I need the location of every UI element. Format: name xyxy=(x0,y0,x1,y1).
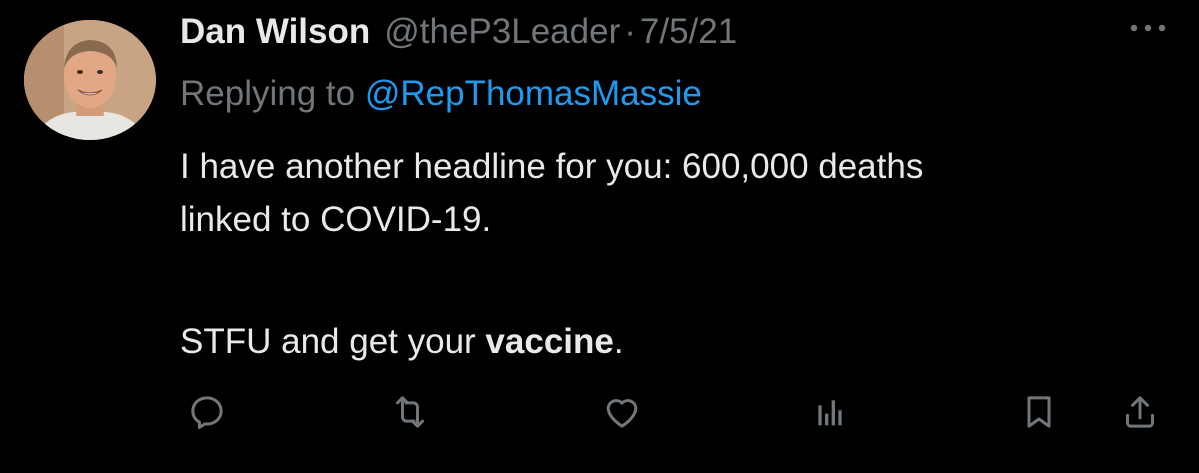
reply-button[interactable] xyxy=(183,388,231,436)
retweet-button[interactable] xyxy=(386,388,434,436)
retweet-icon xyxy=(396,396,424,428)
author-handle[interactable]: @theP3Leader xyxy=(384,8,620,56)
author-name[interactable]: Dan Wilson xyxy=(180,8,370,56)
share-button[interactable] xyxy=(1116,388,1164,436)
like-button[interactable] xyxy=(598,388,646,436)
tweet-date[interactable]: 7/5/21 xyxy=(640,8,737,56)
views-button[interactable] xyxy=(806,388,854,436)
tweet-text-line: I have another headline for you: 600,000… xyxy=(180,147,924,186)
analytics-icon xyxy=(818,400,842,426)
tweet-text-segment: . xyxy=(613,322,624,361)
heart-icon xyxy=(606,399,638,428)
bookmark-button[interactable] xyxy=(1015,388,1063,436)
tweet-header: Dan Wilson @theP3Leader · 7/5/21 xyxy=(180,8,737,56)
replying-to-label: Replying to xyxy=(180,74,365,113)
reply-icon xyxy=(191,396,223,429)
avatar-photo xyxy=(24,20,156,140)
tweet-text-segment: STFU and get your xyxy=(180,322,486,361)
replying-to-mention[interactable]: @RepThomasMassie xyxy=(365,74,702,113)
share-icon xyxy=(1126,396,1154,428)
tweet-text-line: STFU and get your vaccine. xyxy=(180,315,1180,368)
more-dots-icon xyxy=(1130,24,1166,32)
more-options-button[interactable] xyxy=(1126,18,1170,38)
separator-dot: · xyxy=(624,12,636,51)
tweet-text-line: linked to COVID-19. xyxy=(180,200,492,239)
tweet-text: I have another headline for you: 600,000… xyxy=(180,140,1180,368)
tweet-actions xyxy=(0,388,1199,436)
author-avatar[interactable] xyxy=(24,20,156,140)
bookmark-icon xyxy=(1027,396,1051,428)
tweet-text-bold: vaccine xyxy=(485,322,614,361)
replying-to-line: Replying to @RepThomasMassie xyxy=(180,70,702,118)
